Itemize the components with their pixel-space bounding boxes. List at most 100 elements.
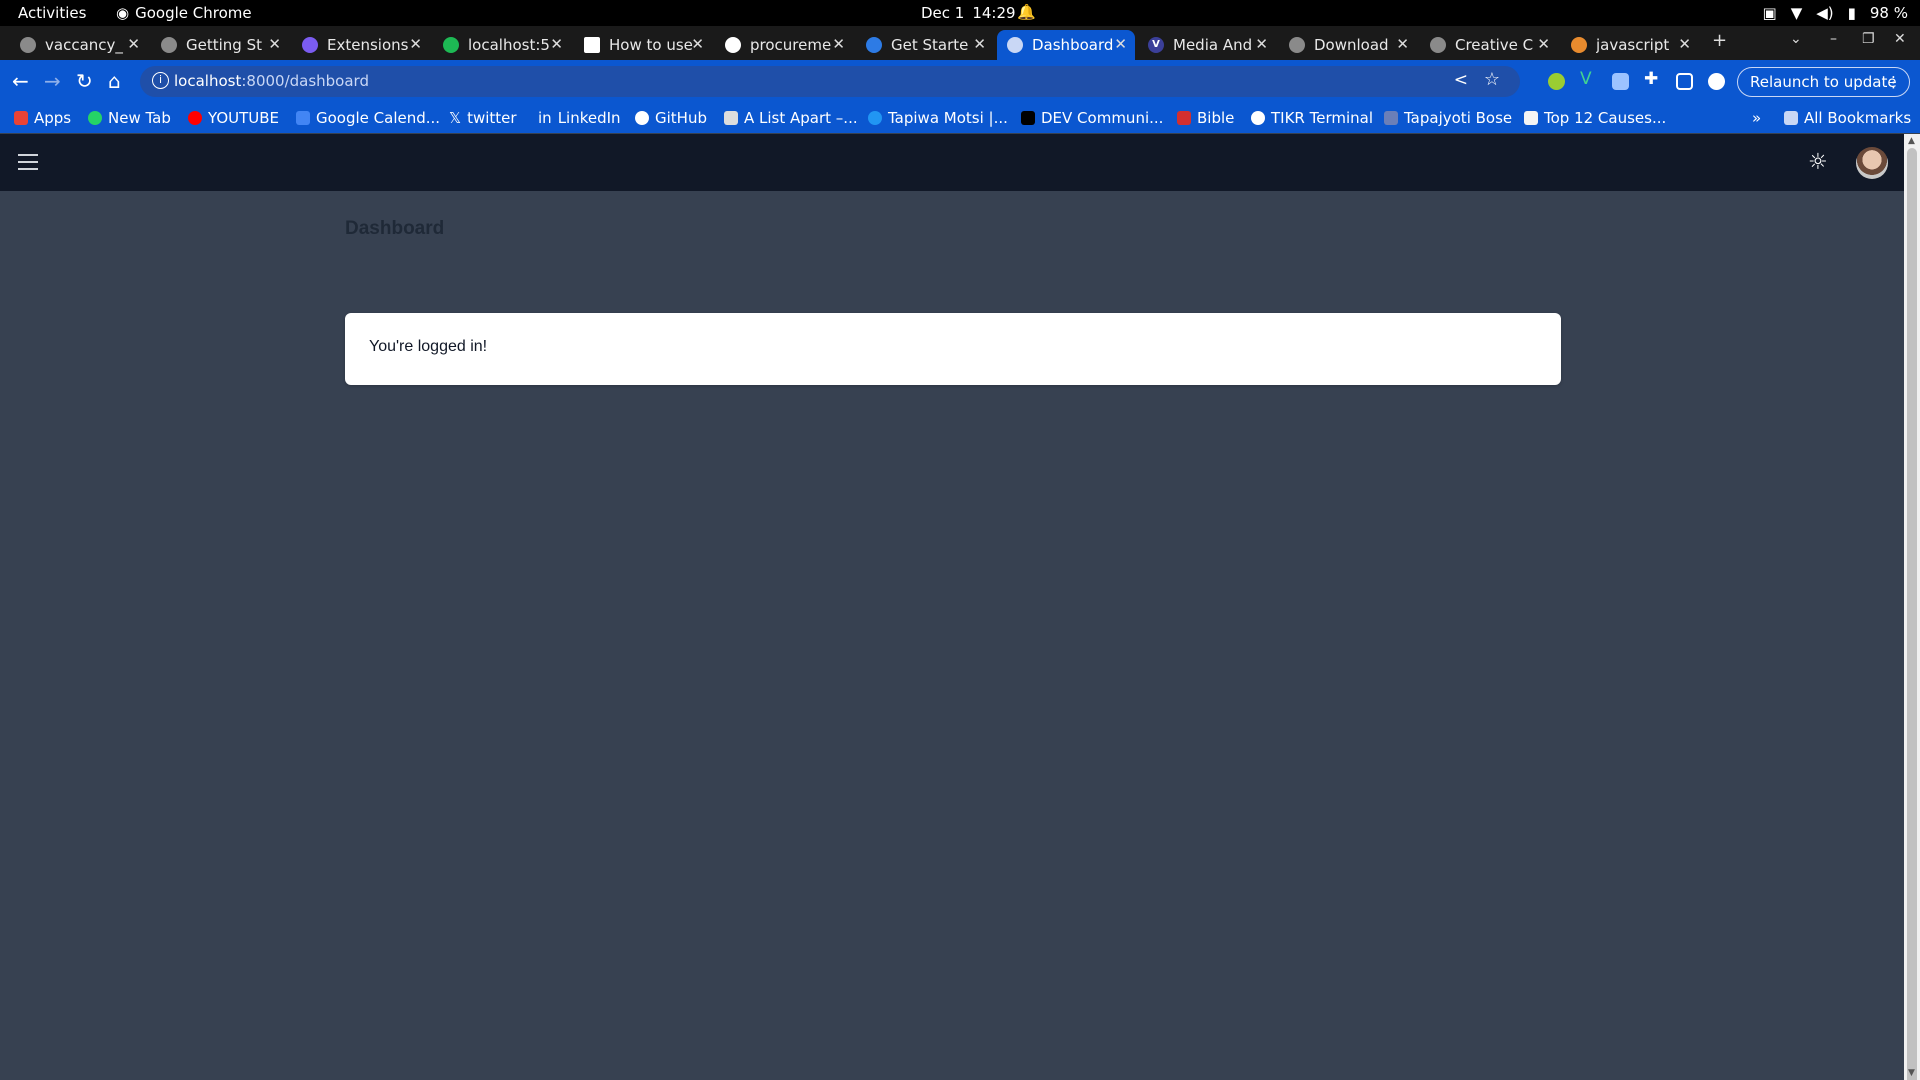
close-tab-icon[interactable]: ✕: [1396, 35, 1409, 53]
bookmark-page-icon: [1524, 111, 1538, 125]
linkedin-icon: in: [538, 109, 552, 127]
more-bookmarks-chevron-icon[interactable]: »: [1752, 109, 1761, 127]
vue-devtools-icon[interactable]: V: [1580, 69, 1597, 89]
bookmark-tikr-terminal[interactable]: TIKR Terminal: [1251, 109, 1373, 127]
back-arrow-icon[interactable]: ←: [12, 69, 29, 93]
avatar[interactable]: [1856, 147, 1888, 179]
close-tab-icon[interactable]: ✕: [1678, 35, 1691, 53]
tab-title: Extensions: [327, 36, 409, 54]
restore-icon[interactable]: ❐: [1862, 31, 1875, 47]
tab[interactable]: V Media And ✕: [1138, 30, 1276, 60]
url-path: :8000/dashboard: [241, 72, 369, 90]
bookmark-top-12-causes[interactable]: Top 12 Causes...: [1524, 109, 1666, 127]
close-tab-icon[interactable]: ✕: [127, 35, 140, 53]
close-tab-icon[interactable]: ✕: [409, 35, 422, 53]
tab[interactable]: How to use ✕: [574, 30, 712, 60]
a-list-apart-icon: [724, 111, 738, 125]
hamburger-menu-icon[interactable]: [18, 154, 38, 170]
bookmark-a-list-apart[interactable]: A List Apart –...: [724, 109, 858, 127]
bookmark-tapajyoti-bose[interactable]: Tapajyoti Bose: [1384, 109, 1512, 127]
tikr-icon: [1251, 111, 1265, 125]
window-close-icon[interactable]: ✕: [1894, 31, 1906, 47]
app-name: Google Chrome: [135, 4, 252, 22]
chrome-icon: ◉: [116, 4, 130, 22]
close-tab-icon[interactable]: ✕: [550, 35, 563, 53]
tab[interactable]: Getting St ✕: [151, 30, 289, 60]
new-tab-icon[interactable]: +: [1712, 30, 1727, 51]
bookmark-star-icon[interactable]: ☆: [1484, 69, 1500, 90]
close-tab-icon[interactable]: ✕: [1537, 35, 1550, 53]
close-tab-icon[interactable]: ✕: [691, 35, 704, 53]
tab-favicon-icon: [725, 37, 741, 53]
bookmark-dev-community[interactable]: DEV Communi...: [1021, 109, 1163, 127]
home-icon[interactable]: ⌂: [108, 69, 121, 93]
close-tab-icon[interactable]: ✕: [268, 35, 281, 53]
relaunch-to-update-button[interactable]: Relaunch to update ⋮: [1737, 67, 1910, 97]
tab-title: Download: [1314, 36, 1389, 54]
bookmark-label: LinkedIn: [557, 109, 621, 127]
tab-title: Creative C: [1455, 36, 1534, 54]
share-icon[interactable]: <: [1454, 70, 1468, 90]
forward-arrow-icon[interactable]: →: [44, 69, 61, 93]
tab-favicon-icon: [1007, 37, 1023, 53]
scrollbar-thumb[interactable]: [1907, 148, 1917, 1080]
tab-favicon-icon: [161, 37, 177, 53]
reload-icon[interactable]: ↻: [76, 69, 93, 93]
tab-active[interactable]: Dashboard ✕: [997, 30, 1135, 60]
all-bookmarks[interactable]: All Bookmarks: [1784, 109, 1911, 127]
tab[interactable]: Get Starte ✕: [856, 30, 994, 60]
scroll-down-arrow-icon[interactable]: ▼: [1908, 1068, 1915, 1078]
clock[interactable]: Dec 1 14:29: [921, 4, 1016, 22]
tab-favicon-icon: [20, 37, 36, 53]
bookmark-google-calendar[interactable]: Google Calend...: [296, 109, 440, 127]
tab[interactable]: localhost:5 ✕: [433, 30, 571, 60]
page-scrollbar[interactable]: ▲ ▼: [1904, 134, 1920, 1080]
app-menu[interactable]: ◉ Google Chrome: [116, 4, 252, 22]
tab[interactable]: Creative C ✕: [1420, 30, 1558, 60]
bookmark-twitter[interactable]: 𝕏twitter: [449, 109, 517, 127]
tab[interactable]: Download ✕: [1279, 30, 1417, 60]
activities-button[interactable]: Activities: [18, 4, 86, 22]
status-card: You're logged in!: [345, 313, 1561, 385]
address-bar[interactable]: i localhost:8000/dashboard < ☆: [140, 66, 1520, 97]
tab-title: How to use: [609, 36, 693, 54]
browser-toolbar: ← → ↻ ⌂ i localhost:8000/dashboard < ☆ V…: [0, 60, 1920, 103]
bookmark-label: Top 12 Causes...: [1544, 109, 1667, 127]
sun-theme-toggle-icon[interactable]: ☼: [1808, 150, 1828, 175]
bookmark-github[interactable]: GitHub: [635, 109, 707, 127]
bookmark-new-tab[interactable]: New Tab: [88, 109, 171, 127]
bookmark-tapiwa-motsi[interactable]: Tapiwa Motsi |...: [868, 109, 1008, 127]
close-tab-icon[interactable]: ✕: [1114, 35, 1127, 53]
tab-title: Getting St: [186, 36, 262, 54]
x-logo-icon: 𝕏: [449, 109, 462, 127]
url-text: localhost:8000/dashboard: [174, 72, 369, 90]
hashnode-icon: [868, 111, 882, 125]
tab[interactable]: procureme ✕: [715, 30, 853, 60]
tab[interactable]: vaccancy_ ✕: [10, 30, 148, 60]
minimize-icon[interactable]: –: [1830, 31, 1837, 47]
extension-icon[interactable]: [1548, 73, 1565, 90]
scroll-up-arrow-icon[interactable]: ▲: [1908, 136, 1915, 146]
bookmark-label: Tapiwa Motsi |...: [888, 109, 1008, 127]
bookmark-linkedin[interactable]: in LinkedIn: [538, 109, 621, 127]
bookmark-apps[interactable]: Apps: [14, 109, 71, 127]
more-menu-icon[interactable]: ⋮: [1886, 68, 1901, 96]
bookmark-bible[interactable]: Bible: [1177, 109, 1234, 127]
tab-search-chevron-down-icon[interactable]: ⌄: [1790, 31, 1802, 47]
bookmark-youtube[interactable]: YOUTUBE: [188, 109, 279, 127]
youtube-icon: [188, 111, 202, 125]
site-info-icon[interactable]: i: [152, 72, 169, 89]
tab-favicon-icon: [866, 37, 882, 53]
profile-icon[interactable]: [1708, 73, 1725, 90]
close-tab-icon[interactable]: ✕: [1255, 35, 1268, 53]
side-panel-icon[interactable]: [1676, 73, 1693, 90]
screen-capture-icon[interactable]: [1612, 73, 1629, 90]
system-tray[interactable]: ▣ ▼ ◀) ▮ 98 %: [1763, 4, 1909, 22]
tab[interactable]: javascript ✕: [1561, 30, 1699, 60]
close-tab-icon[interactable]: ✕: [973, 35, 986, 53]
tab[interactable]: Extensions ✕: [292, 30, 430, 60]
tab-title: javascript: [1596, 36, 1670, 54]
bookmark-label: TIKR Terminal: [1271, 109, 1374, 127]
close-tab-icon[interactable]: ✕: [832, 35, 845, 53]
puzzle-extensions-icon[interactable]: ✚: [1644, 69, 1661, 89]
